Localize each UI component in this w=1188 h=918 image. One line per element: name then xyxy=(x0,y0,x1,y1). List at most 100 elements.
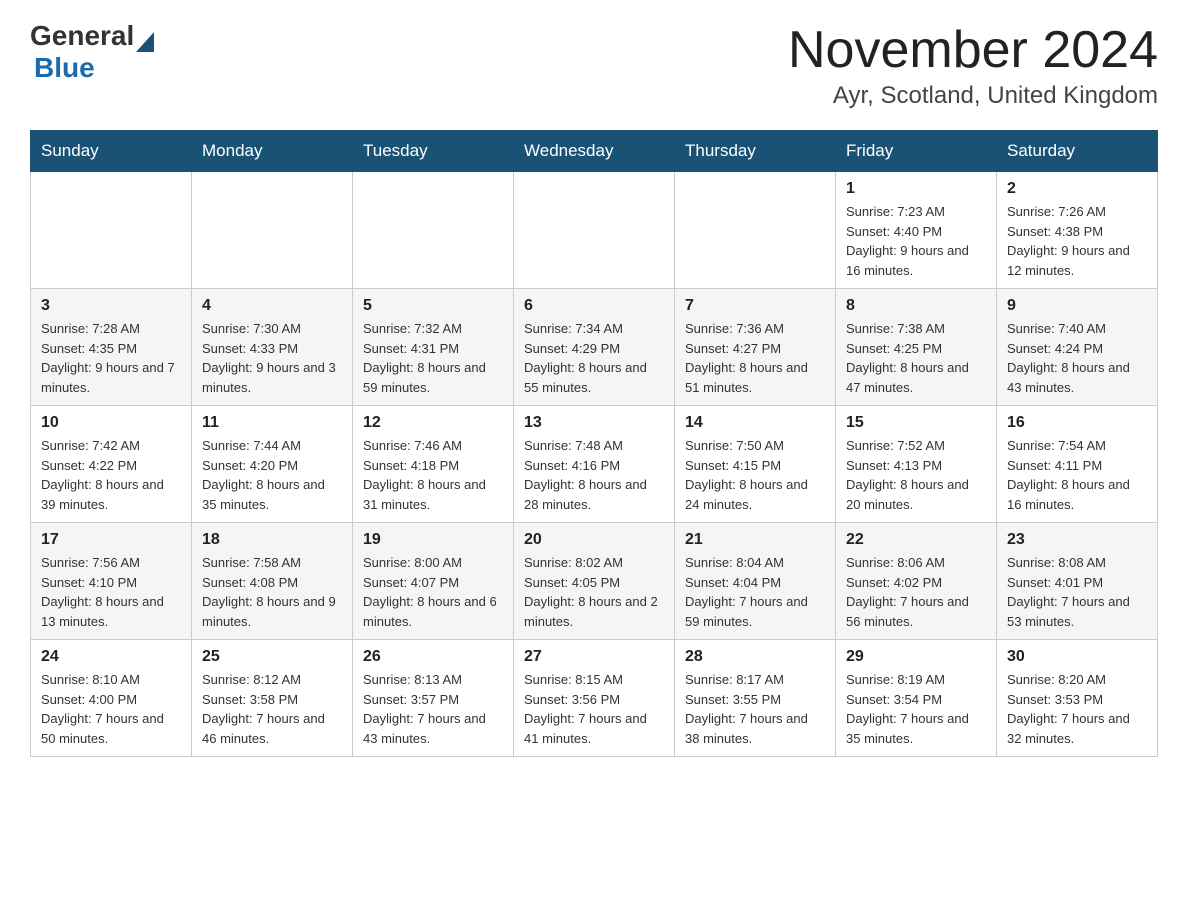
day-number: 10 xyxy=(41,414,181,432)
day-number: 28 xyxy=(685,648,825,666)
day-info: Sunrise: 8:15 AM Sunset: 3:56 PM Dayligh… xyxy=(524,670,664,748)
day-number: 25 xyxy=(202,648,342,666)
calendar-cell: 13 Sunrise: 7:48 AM Sunset: 4:16 PM Dayli… xyxy=(514,406,675,523)
calendar-cell: 19 Sunrise: 8:00 AM Sunset: 4:07 PM Dayli… xyxy=(353,523,514,640)
day-number: 4 xyxy=(202,297,342,315)
calendar-header-tuesday: Tuesday xyxy=(353,131,514,172)
day-info: Sunrise: 7:38 AM Sunset: 4:25 PM Dayligh… xyxy=(846,319,986,397)
calendar-cell: 4 Sunrise: 7:30 AM Sunset: 4:33 PM Daylig… xyxy=(192,289,353,406)
day-info: Sunrise: 8:17 AM Sunset: 3:55 PM Dayligh… xyxy=(685,670,825,748)
day-number: 12 xyxy=(363,414,503,432)
day-number: 15 xyxy=(846,414,986,432)
day-number: 11 xyxy=(202,414,342,432)
day-info: Sunrise: 8:08 AM Sunset: 4:01 PM Dayligh… xyxy=(1007,553,1147,631)
day-number: 27 xyxy=(524,648,664,666)
day-info: Sunrise: 7:30 AM Sunset: 4:33 PM Dayligh… xyxy=(202,319,342,397)
calendar-cell: 24 Sunrise: 8:10 AM Sunset: 4:00 PM Dayli… xyxy=(31,640,192,757)
calendar-cell: 12 Sunrise: 7:46 AM Sunset: 4:18 PM Dayli… xyxy=(353,406,514,523)
calendar-cell: 5 Sunrise: 7:32 AM Sunset: 4:31 PM Daylig… xyxy=(353,289,514,406)
day-number: 13 xyxy=(524,414,664,432)
calendar-week-row: 1 Sunrise: 7:23 AM Sunset: 4:40 PM Daylig… xyxy=(31,172,1158,289)
calendar-cell: 3Sunrise: 7:28 AM Sunset: 4:35 PM Daylig… xyxy=(31,289,192,406)
calendar-week-row: 24 Sunrise: 8:10 AM Sunset: 4:00 PM Dayli… xyxy=(31,640,1158,757)
calendar-cell: 8 Sunrise: 7:38 AM Sunset: 4:25 PM Daylig… xyxy=(836,289,997,406)
day-info: Sunrise: 7:52 AM Sunset: 4:13 PM Dayligh… xyxy=(846,436,986,514)
day-info: Sunrise: 8:00 AM Sunset: 4:07 PM Dayligh… xyxy=(363,553,503,631)
calendar-cell: 30Sunrise: 8:20 AM Sunset: 3:53 PM Dayli… xyxy=(997,640,1158,757)
calendar-cell: 7 Sunrise: 7:36 AM Sunset: 4:27 PM Daylig… xyxy=(675,289,836,406)
page-header: General Blue November 2024 Ayr, Scotland… xyxy=(30,20,1158,110)
day-number: 18 xyxy=(202,531,342,549)
day-number: 8 xyxy=(846,297,986,315)
calendar-cell: 25 Sunrise: 8:12 AM Sunset: 3:58 PM Dayli… xyxy=(192,640,353,757)
day-number: 19 xyxy=(363,531,503,549)
day-info: Sunrise: 7:36 AM Sunset: 4:27 PM Dayligh… xyxy=(685,319,825,397)
day-info: Sunrise: 7:28 AM Sunset: 4:35 PM Dayligh… xyxy=(41,319,181,397)
calendar-cell: 27 Sunrise: 8:15 AM Sunset: 3:56 PM Dayli… xyxy=(514,640,675,757)
calendar-header-thursday: Thursday xyxy=(675,131,836,172)
calendar-cell: 1 Sunrise: 7:23 AM Sunset: 4:40 PM Daylig… xyxy=(836,172,997,289)
calendar-cell xyxy=(192,172,353,289)
day-info: Sunrise: 7:26 AM Sunset: 4:38 PM Dayligh… xyxy=(1007,202,1147,280)
calendar-cell: 28 Sunrise: 8:17 AM Sunset: 3:55 PM Dayli… xyxy=(675,640,836,757)
calendar-cell: 2 Sunrise: 7:26 AM Sunset: 4:38 PM Daylig… xyxy=(997,172,1158,289)
calendar-cell: 10 Sunrise: 7:42 AM Sunset: 4:22 PM Dayli… xyxy=(31,406,192,523)
calendar-cell: 9 Sunrise: 7:40 AM Sunset: 4:24 PM Daylig… xyxy=(997,289,1158,406)
location-title: Ayr, Scotland, United Kingdom xyxy=(788,82,1158,110)
day-number: 9 xyxy=(1007,297,1147,315)
calendar-cell: 17 Sunrise: 7:56 AM Sunset: 4:10 PM Dayli… xyxy=(31,523,192,640)
calendar-cell: 29 Sunrise: 8:19 AM Sunset: 3:54 PM Dayli… xyxy=(836,640,997,757)
calendar-table: SundayMondayTuesdayWednesdayThursdayFrid… xyxy=(30,130,1158,757)
calendar-cell: 26Sunrise: 8:13 AM Sunset: 3:57 PM Dayli… xyxy=(353,640,514,757)
calendar-cell: 23 Sunrise: 8:08 AM Sunset: 4:01 PM Dayli… xyxy=(997,523,1158,640)
day-info: Sunrise: 7:50 AM Sunset: 4:15 PM Dayligh… xyxy=(685,436,825,514)
day-number: 24 xyxy=(41,648,181,666)
calendar-week-row: 3Sunrise: 7:28 AM Sunset: 4:35 PM Daylig… xyxy=(31,289,1158,406)
day-info: Sunrise: 7:23 AM Sunset: 4:40 PM Dayligh… xyxy=(846,202,986,280)
day-info: Sunrise: 8:19 AM Sunset: 3:54 PM Dayligh… xyxy=(846,670,986,748)
day-info: Sunrise: 7:54 AM Sunset: 4:11 PM Dayligh… xyxy=(1007,436,1147,514)
day-number: 14 xyxy=(685,414,825,432)
day-info: Sunrise: 7:42 AM Sunset: 4:22 PM Dayligh… xyxy=(41,436,181,514)
day-number: 22 xyxy=(846,531,986,549)
day-info: Sunrise: 8:04 AM Sunset: 4:04 PM Dayligh… xyxy=(685,553,825,631)
calendar-cell xyxy=(675,172,836,289)
logo: General Blue xyxy=(30,20,154,84)
day-number: 17 xyxy=(41,531,181,549)
day-info: Sunrise: 7:46 AM Sunset: 4:18 PM Dayligh… xyxy=(363,436,503,514)
calendar-cell: 6Sunrise: 7:34 AM Sunset: 4:29 PM Daylig… xyxy=(514,289,675,406)
calendar-cell: 16 Sunrise: 7:54 AM Sunset: 4:11 PM Dayli… xyxy=(997,406,1158,523)
day-info: Sunrise: 7:56 AM Sunset: 4:10 PM Dayligh… xyxy=(41,553,181,631)
calendar-cell: 18Sunrise: 7:58 AM Sunset: 4:08 PM Dayli… xyxy=(192,523,353,640)
day-number: 1 xyxy=(846,180,986,198)
day-info: Sunrise: 7:32 AM Sunset: 4:31 PM Dayligh… xyxy=(363,319,503,397)
day-info: Sunrise: 8:10 AM Sunset: 4:00 PM Dayligh… xyxy=(41,670,181,748)
day-info: Sunrise: 7:34 AM Sunset: 4:29 PM Dayligh… xyxy=(524,319,664,397)
day-info: Sunrise: 7:48 AM Sunset: 4:16 PM Dayligh… xyxy=(524,436,664,514)
day-number: 20 xyxy=(524,531,664,549)
day-number: 7 xyxy=(685,297,825,315)
day-number: 23 xyxy=(1007,531,1147,549)
calendar-header-sunday: Sunday xyxy=(31,131,192,172)
day-info: Sunrise: 8:12 AM Sunset: 3:58 PM Dayligh… xyxy=(202,670,342,748)
calendar-cell xyxy=(353,172,514,289)
logo-blue-text: Blue xyxy=(34,52,95,83)
day-info: Sunrise: 7:44 AM Sunset: 4:20 PM Dayligh… xyxy=(202,436,342,514)
calendar-cell: 15 Sunrise: 7:52 AM Sunset: 4:13 PM Dayli… xyxy=(836,406,997,523)
calendar-cell: 11 Sunrise: 7:44 AM Sunset: 4:20 PM Dayli… xyxy=(192,406,353,523)
day-number: 2 xyxy=(1007,180,1147,198)
day-number: 16 xyxy=(1007,414,1147,432)
day-number: 29 xyxy=(846,648,986,666)
logo-general-text: General xyxy=(30,20,134,52)
day-info: Sunrise: 8:06 AM Sunset: 4:02 PM Dayligh… xyxy=(846,553,986,631)
calendar-header-saturday: Saturday xyxy=(997,131,1158,172)
calendar-cell: 21Sunrise: 8:04 AM Sunset: 4:04 PM Dayli… xyxy=(675,523,836,640)
day-info: Sunrise: 8:02 AM Sunset: 4:05 PM Dayligh… xyxy=(524,553,664,631)
calendar-header-wednesday: Wednesday xyxy=(514,131,675,172)
logo-triangle-icon xyxy=(136,32,154,52)
day-info: Sunrise: 7:40 AM Sunset: 4:24 PM Dayligh… xyxy=(1007,319,1147,397)
calendar-header-row: SundayMondayTuesdayWednesdayThursdayFrid… xyxy=(31,131,1158,172)
title-block: November 2024 Ayr, Scotland, United King… xyxy=(788,20,1158,110)
day-number: 30 xyxy=(1007,648,1147,666)
day-number: 5 xyxy=(363,297,503,315)
